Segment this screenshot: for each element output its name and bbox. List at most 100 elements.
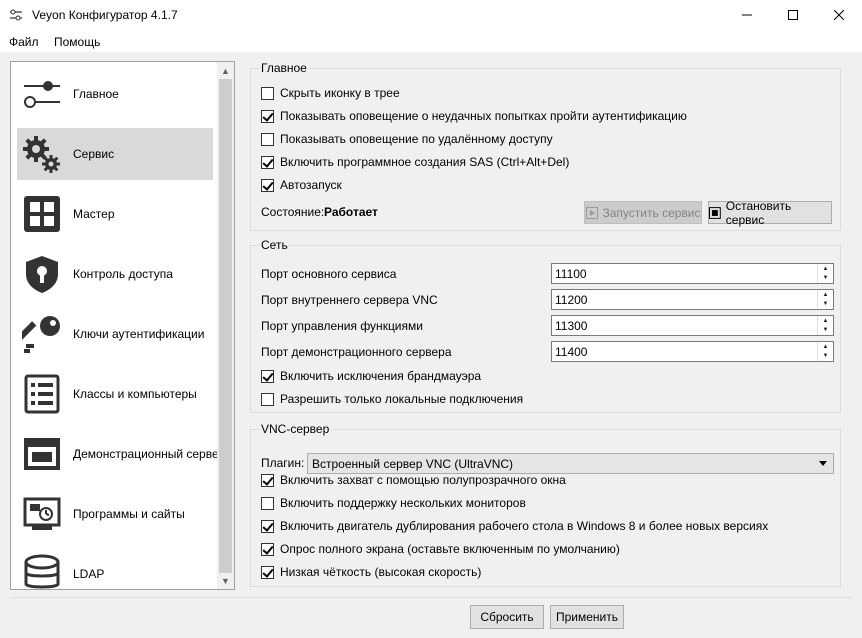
checkbox-label: Скрыть иконку в трее [280, 86, 400, 100]
checkbox-box[interactable] [261, 519, 274, 533]
spin-down-icon[interactable]: ▼ [818, 273, 833, 282]
checkbox-box[interactable] [261, 542, 274, 556]
spin-up-icon[interactable]: ▲ [818, 316, 833, 325]
minimize-button[interactable] [724, 0, 770, 30]
demo-server-port-label: Порт демонстрационного сервера [261, 345, 452, 359]
menu-file[interactable]: Файл [9, 35, 39, 49]
sidebar-item-access-control[interactable]: Контроль доступа [17, 248, 213, 300]
demo-window-icon [24, 438, 60, 470]
checkbox-box[interactable] [261, 155, 274, 169]
checkbox-label: Включить двигатель дублирования рабочего… [280, 519, 769, 533]
scrollbar-thumb[interactable] [219, 79, 232, 573]
stop-service-label: Остановить сервис [725, 198, 792, 227]
firewall-exception-checkbox[interactable]: Включить исключения брандмауэра [261, 368, 481, 384]
plugin-label: Плагин: [261, 456, 305, 470]
sidebar-item-general[interactable]: Главное [17, 68, 213, 120]
gears-icon [23, 136, 60, 173]
sidebar-item-service[interactable]: Сервис [17, 128, 213, 180]
main-service-port-spinbox[interactable]: 11100 ▲ ▼ [551, 263, 834, 284]
apply-button[interactable]: Применить [550, 605, 624, 629]
main-service-port-label: Порт основного сервиса [261, 267, 397, 281]
spin-up-icon[interactable]: ▲ [818, 342, 833, 351]
checkbox-box[interactable] [261, 178, 274, 192]
menu-bar: Файл Помощь [0, 30, 862, 52]
sidebar-item-ldap[interactable]: LDAP [17, 548, 213, 589]
low-accuracy-checkbox[interactable]: Низкая чёткость (высокая скорость) [261, 564, 481, 580]
sidebar: Главное Сервис Мастер Контроль доступа К… [10, 61, 235, 590]
demo-server-port-spinbox[interactable]: 11400 ▲ ▼ [551, 341, 834, 362]
checkbox-label: Включить поддержку нескольких мониторов [280, 496, 526, 510]
feature-port-spinbox[interactable]: 11300 ▲ ▼ [551, 315, 834, 336]
vnc-server-port-spinbox[interactable]: 11200 ▲ ▼ [551, 289, 834, 310]
sidebar-item-classes-computers[interactable]: Классы и компьютеры [17, 368, 213, 420]
spinbox-value[interactable]: 11100 [555, 267, 587, 281]
state-label: Состояние: [261, 205, 325, 219]
feature-port-label: Порт управления функциями [261, 319, 423, 333]
spinbox-value[interactable]: 11300 [555, 319, 587, 333]
checkbox-box[interactable] [261, 109, 274, 123]
checkbox-label: Опрос полного экрана (оставьте включенны… [280, 542, 620, 556]
checkbox-label: Включить захват с помощью полупрозрачног… [280, 473, 566, 487]
start-service-button[interactable]: Запустить сервис [584, 201, 702, 224]
database-icon [24, 554, 60, 589]
spin-down-icon[interactable]: ▼ [818, 351, 833, 360]
checkbox-box[interactable] [261, 392, 274, 406]
checkbox-box[interactable] [261, 473, 274, 487]
sidebar-item-demo-server[interactable]: Демонстрационный сервер [17, 428, 225, 480]
spinbox-value[interactable]: 11400 [555, 345, 587, 359]
hide-tray-icon-checkbox[interactable]: Скрыть иконку в трее [261, 85, 400, 101]
spinbox-value[interactable]: 11200 [555, 293, 587, 307]
close-button[interactable] [816, 0, 862, 30]
multi-monitor-checkbox[interactable]: Включить поддержку нескольких мониторов [261, 495, 526, 511]
checkbox-box[interactable] [261, 369, 274, 383]
sliders-icon [24, 81, 60, 108]
plugin-select-value: Встроенный сервер VNC (UltraVNC) [312, 457, 514, 471]
stop-icon [709, 206, 721, 219]
sidebar-item-programs-sites[interactable]: Программы и сайты [17, 488, 213, 540]
vnc-server-port-label: Порт внутреннего сервера VNC [261, 293, 438, 307]
autostart-checkbox[interactable]: Автозапуск [261, 177, 342, 193]
window-title: Veyon Конфигуратор 4.1.7 [32, 8, 178, 22]
key-icon [22, 316, 60, 353]
checkbox-box[interactable] [261, 132, 274, 146]
spin-up-icon[interactable]: ▲ [818, 264, 833, 273]
general-group-title: Главное [260, 61, 308, 75]
maximize-icon [788, 10, 798, 20]
enable-sas-checkbox[interactable]: Включить программное создания SAS (Ctrl+… [261, 154, 569, 170]
reset-button[interactable]: Сбросить [470, 605, 544, 629]
show-auth-fail-checkbox[interactable]: Показывать оповещение о неудачных попытк… [261, 108, 687, 124]
checkbox-label: Разрешить только локальные подключения [280, 392, 524, 406]
checkbox-box[interactable] [261, 565, 274, 579]
scroll-down-icon[interactable]: ▼ [217, 572, 234, 589]
app-icon [10, 9, 22, 21]
chevron-down-icon[interactable] [819, 461, 827, 466]
desktop-duplication-checkbox[interactable]: Включить двигатель дублирования рабочего… [261, 518, 768, 534]
sidebar-scrollbar[interactable]: ▲ ▼ [217, 62, 234, 589]
checkbox-box[interactable] [261, 86, 274, 100]
checkbox-label: Показывать оповещение по удалённому дост… [280, 132, 553, 146]
spin-down-icon[interactable]: ▼ [818, 325, 833, 334]
master-grid-icon [24, 196, 60, 232]
checkbox-box[interactable] [261, 496, 274, 510]
maximize-button[interactable] [770, 0, 816, 30]
show-remote-access-checkbox[interactable]: Показывать оповещение по удалённому дост… [261, 131, 553, 147]
sidebar-item-label: Демонстрационный сервер [73, 447, 226, 461]
sidebar-item-label: Программы и сайты [73, 507, 185, 521]
footer-divider [10, 597, 852, 598]
sidebar-item-label: LDAP [73, 567, 105, 581]
transparent-window-capture-checkbox[interactable]: Включить захват с помощью полупрозрачног… [261, 472, 566, 488]
local-only-checkbox[interactable]: Разрешить только локальные подключения [261, 391, 523, 407]
state-value: Работает [324, 205, 378, 219]
plugin-select[interactable]: Встроенный сервер VNC (UltraVNC) [307, 453, 834, 474]
scroll-up-icon[interactable]: ▲ [217, 62, 234, 79]
title-bar: Veyon Конфигуратор 4.1.7 [0, 0, 862, 30]
full-screen-poll-checkbox[interactable]: Опрос полного экрана (оставьте включенны… [261, 541, 620, 557]
menu-help[interactable]: Помощь [54, 35, 100, 49]
checkbox-label: Низкая чёткость (высокая скорость) [280, 565, 482, 579]
stop-service-button[interactable]: Остановить сервис [708, 198, 832, 227]
sidebar-item-master[interactable]: Мастер [17, 188, 213, 240]
spin-up-icon[interactable]: ▲ [818, 290, 833, 299]
spin-down-icon[interactable]: ▼ [818, 299, 833, 308]
sidebar-item-auth-keys[interactable]: Ключи аутентификации [17, 308, 213, 360]
sidebar-item-label: Ключи аутентификации [73, 327, 205, 341]
